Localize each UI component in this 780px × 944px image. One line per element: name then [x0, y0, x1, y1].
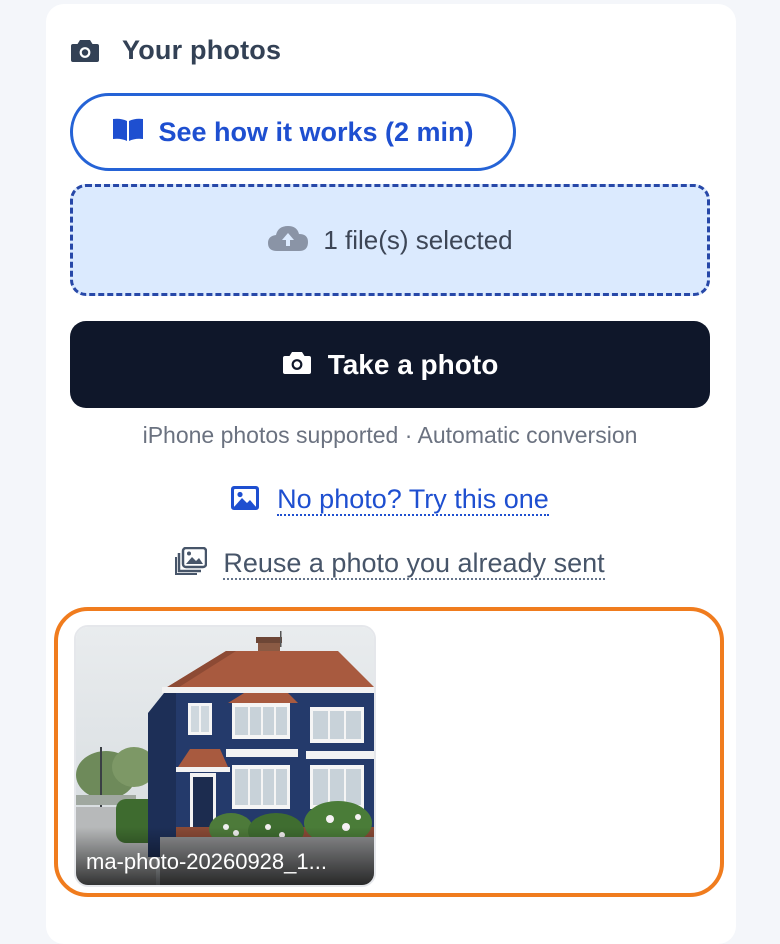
panel-header: Your photos: [70, 28, 281, 72]
try-sample-photo-label: No photo? Try this one: [277, 484, 549, 516]
try-sample-photo-link[interactable]: No photo? Try this one: [0, 484, 780, 516]
take-photo-label: Take a photo: [327, 348, 499, 380]
reuse-photo-link[interactable]: Reuse a photo you already sent: [0, 546, 780, 580]
camera-icon: [70, 37, 100, 63]
photo-filename: ma-photo-20260928_1...: [86, 849, 327, 874]
image-icon: [231, 485, 260, 515]
reuse-photo-label: Reuse a photo you already sent: [223, 547, 605, 580]
dropzone-status: 1 file(s) selected: [323, 224, 513, 255]
supported-formats-hint: iPhone photos supported · Automatic conv…: [142, 422, 638, 448]
see-how-it-works-button[interactable]: See how it works (2 min): [70, 93, 516, 171]
cloud-upload-icon: [267, 224, 309, 257]
book-open-icon: [112, 117, 144, 148]
photo-thumbnail[interactable]: ma-photo-20260928_1...: [74, 625, 376, 887]
take-photo-button[interactable]: Take a photo: [70, 321, 710, 408]
thumbnail-caption: ma-photo-20260928_1...: [76, 827, 374, 885]
see-how-it-works-label: See how it works (2 min): [158, 116, 474, 147]
file-dropzone[interactable]: 1 file(s) selected: [70, 184, 710, 296]
selected-photos-preview: ma-photo-20260928_1...: [54, 607, 724, 897]
camera-icon: [282, 349, 312, 380]
panel-title: Your photos: [122, 34, 282, 65]
photo-library-icon: [175, 546, 208, 580]
